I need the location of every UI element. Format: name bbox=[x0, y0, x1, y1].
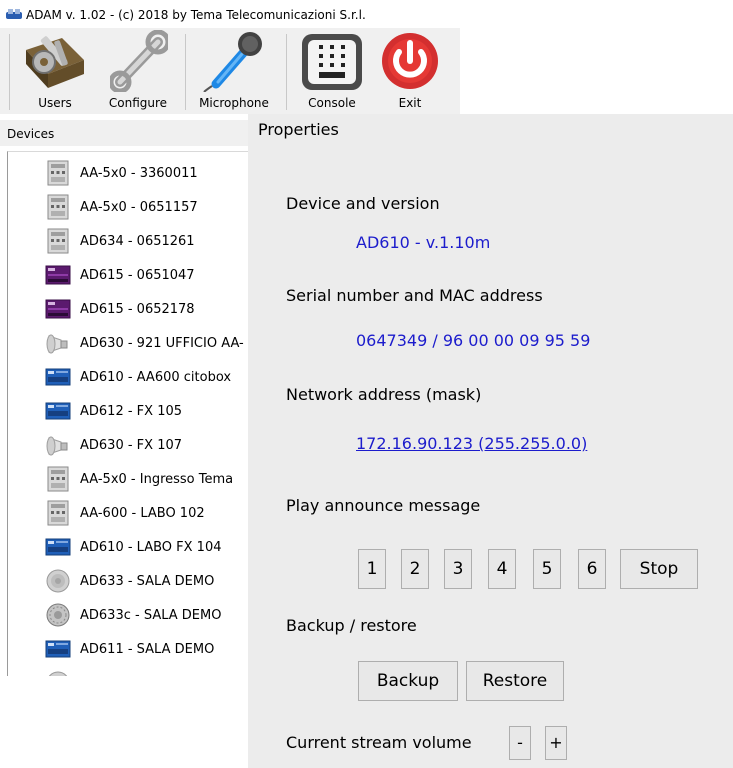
device-label: AD630 - FX 107 bbox=[80, 438, 183, 453]
device-item[interactable]: AA-5x0 - 3360011 bbox=[8, 156, 249, 190]
toolbar-separator bbox=[286, 34, 287, 110]
device-item[interactable]: AD610 - LABO FX 104 bbox=[8, 530, 249, 564]
serial-mac-value: 0647349 / 96 00 00 09 95 59 bbox=[356, 331, 591, 350]
device-version-value: AD610 - v.1.10m bbox=[356, 233, 491, 252]
play-announce-label: Play announce message bbox=[286, 496, 481, 515]
restore-button[interactable]: Restore bbox=[466, 661, 564, 701]
ceiling-speaker-icon bbox=[46, 603, 70, 627]
stream-volume-label: Current stream volume bbox=[286, 733, 472, 752]
microphone-button[interactable]: Microphone bbox=[188, 28, 280, 114]
announce-3-button[interactable]: 3 bbox=[444, 549, 472, 589]
toolbar-separator bbox=[9, 34, 10, 110]
purple-module-icon bbox=[45, 265, 71, 285]
keys-on-book-icon bbox=[26, 36, 84, 88]
console-label: Console bbox=[308, 96, 356, 110]
device-label: AA-5x0 - 0651157 bbox=[80, 200, 198, 215]
microphone-icon bbox=[203, 32, 262, 92]
console-panel-icon bbox=[302, 34, 362, 90]
device-label: AD634 - 0651261 bbox=[80, 234, 195, 249]
window-title: ADAM v. 1.02 - (c) 2018 by Tema Telecomu… bbox=[26, 8, 366, 22]
device-label: AA-600 - LABO 102 bbox=[80, 506, 205, 521]
intercom-panel-icon bbox=[47, 228, 69, 254]
volume-up-button[interactable]: + bbox=[545, 726, 567, 760]
device-item[interactable]: AD611 - SALA DEMO bbox=[8, 632, 249, 666]
announce-2-button[interactable]: 2 bbox=[401, 549, 429, 589]
serial-mac-label: Serial number and MAC address bbox=[286, 286, 543, 305]
horn-speaker-icon bbox=[46, 436, 68, 456]
intercom-panel-icon bbox=[47, 160, 69, 186]
properties-panel: Properties Device and version AD610 - v.… bbox=[248, 114, 733, 768]
device-item[interactable]: AD610 - AA600 citobox bbox=[8, 360, 249, 394]
intercom-panel-icon bbox=[47, 466, 69, 492]
device-item[interactable]: AD634 - 0651261 bbox=[8, 224, 249, 258]
power-icon bbox=[382, 33, 438, 89]
exit-label: Exit bbox=[398, 96, 422, 110]
device-label: AD615 - 0651047 bbox=[80, 268, 195, 283]
backup-button[interactable]: Backup bbox=[358, 661, 458, 701]
blue-module-icon bbox=[45, 402, 71, 420]
device-item[interactable]: AD630 - FX 107 bbox=[8, 428, 249, 462]
intercom-panel-icon bbox=[47, 194, 69, 220]
device-label: AA-5x0 - Ingresso Tema bbox=[80, 472, 234, 487]
volume-down-button[interactable]: - bbox=[509, 726, 531, 760]
device-label: AD610 - LABO FX 104 bbox=[80, 540, 222, 555]
device-label: AD630 - 921 UFFICIO AA- bbox=[80, 336, 244, 351]
network-address-label: Network address (mask) bbox=[286, 385, 482, 404]
announce-1-button[interactable]: 1 bbox=[358, 549, 386, 589]
devices-header: Devices bbox=[0, 120, 248, 146]
device-item[interactable]: AA-600 - LABO 102 bbox=[8, 496, 249, 530]
device-list[interactable]: AA-5x0 - 3360011 AA-5x0 - 0651157 AD634 … bbox=[7, 151, 249, 676]
device-label: AD612 - FX 105 bbox=[80, 404, 183, 419]
devices-title: Devices bbox=[7, 127, 55, 141]
device-item[interactable]: AA-5x0 - Ingresso Tema bbox=[8, 462, 249, 496]
toolbar: Users Configure Microphone Console Exit bbox=[0, 28, 460, 114]
device-item[interactable]: AD633c - SALA DEMO bbox=[8, 598, 249, 632]
title-bar: ADAM v. 1.02 - (c) 2018 by Tema Telecomu… bbox=[0, 0, 733, 28]
device-item[interactable]: AD633 - SALA DEMO bbox=[8, 564, 249, 598]
device-label: AD611 - SALA DEMO bbox=[80, 642, 215, 657]
device-item[interactable]: AD630 - 921 UFFICIO AA- bbox=[8, 326, 249, 360]
blue-module-icon bbox=[45, 368, 71, 386]
blue-module-icon bbox=[45, 538, 71, 556]
device-item[interactable]: AD615 - 0651047 bbox=[8, 258, 249, 292]
announce-6-button[interactable]: 6 bbox=[578, 549, 606, 589]
device-item[interactable]: AD615 - 0652178 bbox=[8, 292, 249, 326]
device-label: AD610 - AA600 citobox bbox=[80, 370, 232, 385]
app-logo-icon bbox=[6, 9, 22, 19]
announce-5-button[interactable]: 5 bbox=[533, 549, 561, 589]
properties-title: Properties bbox=[258, 120, 339, 139]
configure-button[interactable]: Configure bbox=[98, 28, 178, 114]
blue-module-icon bbox=[45, 640, 71, 658]
users-button[interactable]: Users bbox=[12, 28, 98, 114]
intercom-panel-icon bbox=[47, 500, 69, 526]
toolbar-separator bbox=[185, 34, 186, 110]
device-item[interactable]: AD612 - FX 105 bbox=[8, 394, 249, 428]
stop-button[interactable]: Stop bbox=[620, 549, 698, 589]
device-item-partial[interactable] bbox=[8, 666, 249, 676]
users-label: Users bbox=[38, 96, 72, 110]
device-label: AD633c - SALA DEMO bbox=[80, 608, 222, 623]
device-label: AD615 - 0652178 bbox=[80, 302, 195, 317]
ceiling-speaker-icon bbox=[48, 671, 68, 676]
announce-4-button[interactable]: 4 bbox=[488, 549, 516, 589]
backup-restore-label: Backup / restore bbox=[286, 616, 417, 635]
wrench-icon bbox=[110, 30, 168, 92]
horn-speaker-icon bbox=[46, 334, 68, 354]
exit-button[interactable]: Exit bbox=[374, 28, 446, 114]
configure-label: Configure bbox=[108, 96, 168, 110]
device-label: AD633 - SALA DEMO bbox=[80, 574, 215, 589]
purple-module-icon bbox=[45, 299, 71, 319]
device-item[interactable]: AA-5x0 - 0651157 bbox=[8, 190, 249, 224]
network-address-link[interactable]: 172.16.90.123 (255.255.0.0) bbox=[356, 434, 587, 453]
microphone-label: Microphone bbox=[199, 96, 269, 110]
device-label: AA-5x0 - 3360011 bbox=[80, 166, 198, 181]
device-version-label: Device and version bbox=[286, 194, 440, 213]
console-button[interactable]: Console bbox=[290, 28, 374, 114]
ceiling-speaker-icon bbox=[46, 569, 70, 593]
